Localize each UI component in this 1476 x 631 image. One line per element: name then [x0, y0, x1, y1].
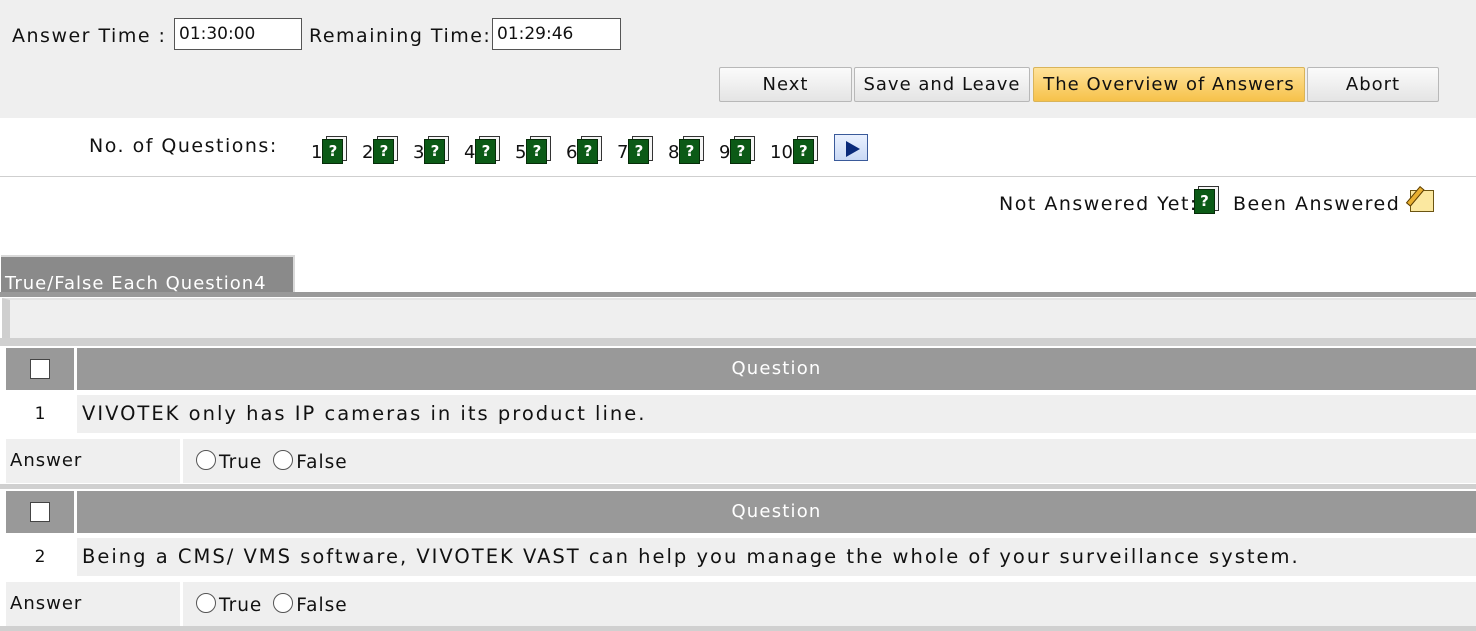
question-checkbox[interactable] [30, 359, 50, 379]
question-nav-number: 9 [719, 142, 731, 163]
save-and-leave-button[interactable]: Save and Leave [854, 67, 1030, 102]
option-label: True [219, 595, 263, 616]
not-answered-icon: ? [792, 136, 818, 164]
question-nav-4[interactable]: 4 ? [464, 130, 501, 164]
questions-count-label: No. of Questions: [89, 135, 278, 157]
question-header: Question [77, 348, 1476, 390]
answer-label: Answer [6, 439, 180, 483]
question-nav-number: 2 [362, 142, 374, 163]
not-answered-legend-label: Not Answered Yet: [999, 193, 1198, 215]
radio-false[interactable] [273, 593, 294, 613]
not-answered-icon: ? [577, 136, 603, 164]
not-answered-icon: ? [526, 136, 552, 164]
question-number: 2 [6, 538, 74, 576]
answer-option-true[interactable]: True [196, 450, 263, 473]
not-answered-icon: ? [730, 136, 756, 164]
question-nav-number: 8 [668, 142, 680, 163]
question-nav-8[interactable]: 8 ? [668, 130, 705, 164]
question-nav-5[interactable]: 5 ? [515, 130, 552, 164]
question-checkbox[interactable] [30, 502, 50, 522]
radio-false[interactable] [273, 450, 294, 470]
play-arrow-icon[interactable] [834, 134, 868, 161]
abort-button[interactable]: Abort [1307, 67, 1439, 102]
question-nav-number: 6 [566, 142, 578, 163]
not-answered-icon: ? [424, 136, 450, 164]
answer-option-true[interactable]: True [196, 593, 263, 616]
answer-option-false[interactable]: False [273, 593, 348, 616]
not-answered-legend-icon: ? [1194, 186, 1219, 214]
answer-time-field[interactable] [174, 18, 302, 50]
not-answered-icon: ? [475, 136, 501, 164]
question-text: VIVOTEK only has IP cameras in its produ… [77, 395, 1476, 433]
answered-legend-label: Been Answered : [1233, 193, 1416, 215]
not-answered-icon: ? [679, 136, 705, 164]
question-nav-9[interactable]: 9 ? [719, 130, 756, 164]
not-answered-icon: ? [373, 136, 399, 164]
question-nav-10[interactable]: 10 ? [770, 130, 818, 164]
answer-options: True False [183, 582, 1476, 626]
question-header-select [6, 348, 74, 390]
option-label: False [296, 452, 348, 473]
question-nav-6[interactable]: 6 ? [566, 130, 603, 164]
question-text: Being a CMS/ VMS software, VIVOTEK VAST … [77, 538, 1476, 576]
question-nav-number: 7 [617, 142, 629, 163]
option-label: False [296, 595, 348, 616]
divider [0, 338, 1476, 346]
question-nav-number: 5 [515, 142, 527, 163]
remaining-time-label: Remaining Time: [309, 25, 492, 47]
question-nav-number: 1 [311, 142, 323, 163]
answer-label: Answer [6, 582, 180, 626]
question-nav-number: 4 [464, 142, 476, 163]
notepad-pencil-icon [1405, 186, 1438, 214]
option-label: True [219, 452, 263, 473]
answer-time-label: Answer Time : [12, 25, 167, 47]
question-nav-3[interactable]: 3 ? [413, 130, 450, 164]
section-toolbar [2, 298, 1476, 338]
question-nav-1[interactable]: 1 ? [311, 130, 348, 164]
not-answered-icon: ? [322, 136, 348, 164]
answer-option-false[interactable]: False [273, 450, 348, 473]
question-header-select [6, 491, 74, 533]
question-number: 1 [6, 395, 74, 433]
tab-underline [0, 292, 1476, 297]
next-button[interactable]: Next [719, 67, 852, 102]
question-nav-7[interactable]: 7 ? [617, 130, 654, 164]
radio-true[interactable] [196, 450, 216, 470]
overview-of-answers-button[interactable]: The Overview of Answers [1033, 67, 1305, 102]
tab-true-false[interactable]: True/False Each Question4 [1, 255, 295, 295]
question-nav-number: 10 [770, 142, 793, 163]
divider [0, 626, 1476, 631]
question-header: Question [77, 491, 1476, 533]
divider [0, 484, 1476, 489]
remaining-time-field[interactable] [492, 18, 621, 50]
question-nav-number: 3 [413, 142, 425, 163]
radio-true[interactable] [196, 593, 216, 613]
not-answered-icon: ? [628, 136, 654, 164]
question-nav-2[interactable]: 2 ? [362, 130, 399, 164]
answer-options: True False [183, 439, 1476, 483]
